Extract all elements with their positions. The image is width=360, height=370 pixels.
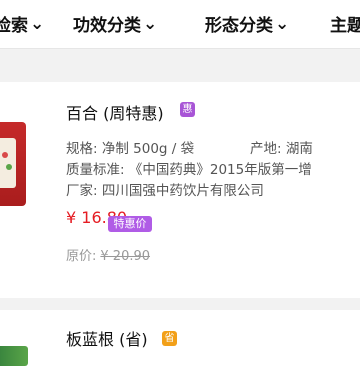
tab-theme-label: 主题	[330, 16, 360, 36]
product-image[interactable]	[0, 122, 28, 206]
category-tab-bar: 检索 ⌄ 功效分类 ⌄ 形态分类 ⌄ 主题	[0, 0, 360, 49]
tab-efficacy[interactable]: 功效分类 ⌄	[73, 11, 157, 36]
origin-value: 湖南	[285, 141, 313, 157]
dot-decoration	[2, 152, 8, 158]
tab-efficacy-label: 功效分类	[73, 16, 141, 36]
original-price: ¥ 20.90	[100, 249, 151, 264]
product-title[interactable]: 百合 (周特惠)	[66, 100, 164, 124]
origin-label: 产地:	[250, 141, 282, 157]
provincial-badge: 省	[162, 331, 177, 346]
manufacturer-value: 四川国强中药饮片有限公司	[101, 183, 264, 199]
dot-decoration	[6, 164, 12, 170]
standard-label: 质量标准:	[66, 162, 125, 178]
tab-search[interactable]: 检索 ⌄	[0, 11, 44, 36]
chevron-down-icon: ⌄	[30, 14, 45, 34]
tab-theme[interactable]: 主题	[330, 11, 360, 36]
product-card[interactable]	[0, 310, 360, 370]
spec-value: 净制 500g / 袋	[101, 141, 195, 157]
standard-row: 质量标准: 《中国药典》2015年版第一增	[66, 158, 312, 178]
chevron-down-icon: ⌄	[275, 14, 290, 34]
tab-form[interactable]: 形态分类 ⌄	[205, 11, 289, 36]
spec-row: 规格: 净制 500g / 袋	[66, 137, 194, 157]
package-window	[0, 138, 16, 188]
manufacturer-label: 厂家:	[66, 183, 98, 199]
spec-label: 规格:	[66, 141, 98, 157]
special-price-badge: 特惠价	[108, 216, 152, 232]
original-price-row: 原价: ¥ 20.90	[66, 245, 150, 264]
standard-value: 《中国药典》2015年版第一增	[128, 162, 312, 178]
manufacturer-row: 厂家: 四川国强中药饮片有限公司	[66, 179, 264, 199]
original-price-label: 原价:	[66, 249, 97, 264]
discount-badge: 惠	[180, 102, 195, 117]
product-title[interactable]: 板蓝根 (省)	[66, 326, 148, 350]
origin-row: 产地: 湖南	[250, 137, 313, 157]
product-image[interactable]	[0, 346, 28, 366]
tab-form-label: 形态分类	[205, 16, 273, 36]
tab-search-label: 检索	[0, 16, 28, 36]
chevron-down-icon: ⌄	[143, 14, 158, 34]
